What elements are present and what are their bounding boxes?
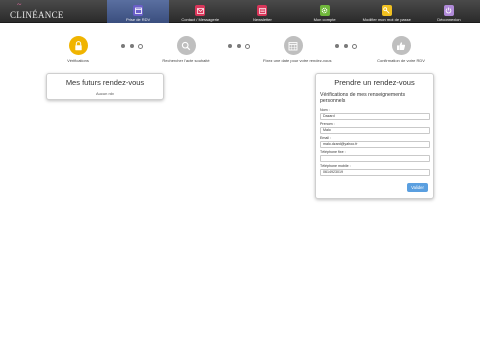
- clineance-logo[interactable]: ~ CLINÉANCE: [10, 0, 64, 20]
- logo-text: CLINÉANCE: [10, 10, 64, 20]
- connector-dot: [228, 44, 232, 48]
- future-appointments-title: Mes futurs rendez-vous: [65, 78, 145, 87]
- nav-item-modifier-mot-de-passe[interactable]: Modifier mon mot de passe: [356, 0, 418, 23]
- nav-item-contact-messagerie[interactable]: Contact / Messagerie: [169, 0, 231, 23]
- step-connector: [228, 43, 250, 49]
- field-nom: Nom : Dazard: [320, 108, 433, 120]
- future-appointments-panel: Mes futurs rendez-vous Aucun rdv: [46, 73, 164, 100]
- connector-dot: [343, 44, 348, 48]
- nom-input[interactable]: Dazard: [320, 113, 430, 120]
- valider-button[interactable]: Valider: [407, 183, 428, 192]
- telephone-mobile-input[interactable]: 0614923019: [320, 169, 430, 176]
- calendar-icon: [283, 36, 303, 55]
- field-prenom: Prenom : Malo: [320, 122, 433, 134]
- step-label: Rechercher l'acte souhaité: [162, 58, 210, 63]
- email-input[interactable]: malo.dzard@yahoo.fr: [320, 141, 430, 148]
- thumbs-up-icon: [391, 36, 411, 55]
- nav-label: Modifier mon mot de passe: [362, 17, 411, 22]
- connector-dot: [245, 43, 250, 49]
- mail-icon: [195, 5, 206, 16]
- search-icon: [176, 36, 196, 55]
- nav-item-deconnexion[interactable]: Déconnexion: [418, 0, 480, 23]
- step-rechercher-acte: Rechercher l'acte souhaité: [156, 36, 216, 63]
- step-connector: [121, 43, 143, 49]
- gear-icon: [319, 5, 330, 16]
- connector-dot: [352, 43, 357, 49]
- lock-icon: [68, 36, 88, 55]
- calendar-icon: [133, 5, 144, 16]
- nav-label: Mon compte: [313, 17, 336, 22]
- step-fixer-date: Fixez une date pour votre rendez-vous: [263, 36, 332, 63]
- nav-item-newsletter[interactable]: Newsletter: [231, 0, 293, 23]
- telephone-fixe-input[interactable]: [320, 155, 430, 162]
- nav-label: Déconnexion: [437, 17, 461, 22]
- newsletter-icon: [257, 5, 268, 16]
- connector-dot: [121, 44, 125, 48]
- field-email: Email : malo.dzard@yahoo.fr: [320, 136, 433, 148]
- logo-mark: ~: [17, 0, 22, 9]
- connector-dot: [129, 44, 134, 48]
- step-connector: [335, 43, 357, 49]
- step-label: Confirmation de votre RDV: [377, 58, 425, 63]
- booking-steps: Vérifications Rechercher l'acte souhaité…: [48, 36, 438, 66]
- book-appointment-title: Prendre un rendez-vous: [334, 78, 415, 87]
- connector-dot: [138, 43, 143, 49]
- nav-label: Contact / Messagerie: [181, 17, 220, 22]
- nav-item-mon-compte[interactable]: Mon compte: [294, 0, 356, 23]
- connector-dot: [335, 44, 339, 48]
- top-navigation-bar: ~ CLINÉANCE Prise de RDV Contact / Messa…: [0, 0, 480, 23]
- no-appointments-text: Aucun rdv: [95, 91, 114, 96]
- book-appointment-panel: Prendre un rendez-vous Vérifications de …: [315, 73, 434, 199]
- logout-icon: [443, 5, 454, 16]
- prenom-input[interactable]: Malo: [320, 127, 430, 134]
- nav-item-prise-de-rdv[interactable]: Prise de RDV: [107, 0, 170, 23]
- step-verifications: Vérifications: [48, 36, 108, 63]
- nav-label: Prise de RDV: [125, 17, 151, 22]
- field-telephone-mobile: Téléphone mobile : 0614923019: [320, 164, 433, 176]
- connector-dot: [236, 44, 241, 48]
- personal-info-form: Nom : Dazard Prenom : Malo Email : malo.…: [320, 108, 433, 176]
- step-label: Fixez une date pour votre rendez-vous: [263, 58, 332, 63]
- verification-subtitle: Vérifications de mes renseignements pers…: [320, 92, 406, 104]
- main-nav: Prise de RDV Contact / Messagerie Newsle…: [107, 0, 480, 23]
- nav-label: Newsletter: [252, 17, 272, 22]
- field-telephone-fixe: Téléphone fixe :: [320, 150, 433, 162]
- step-confirmation: Confirmation de votre RDV: [371, 36, 431, 63]
- step-label: Vérifications: [67, 58, 89, 63]
- key-icon: [381, 5, 392, 16]
